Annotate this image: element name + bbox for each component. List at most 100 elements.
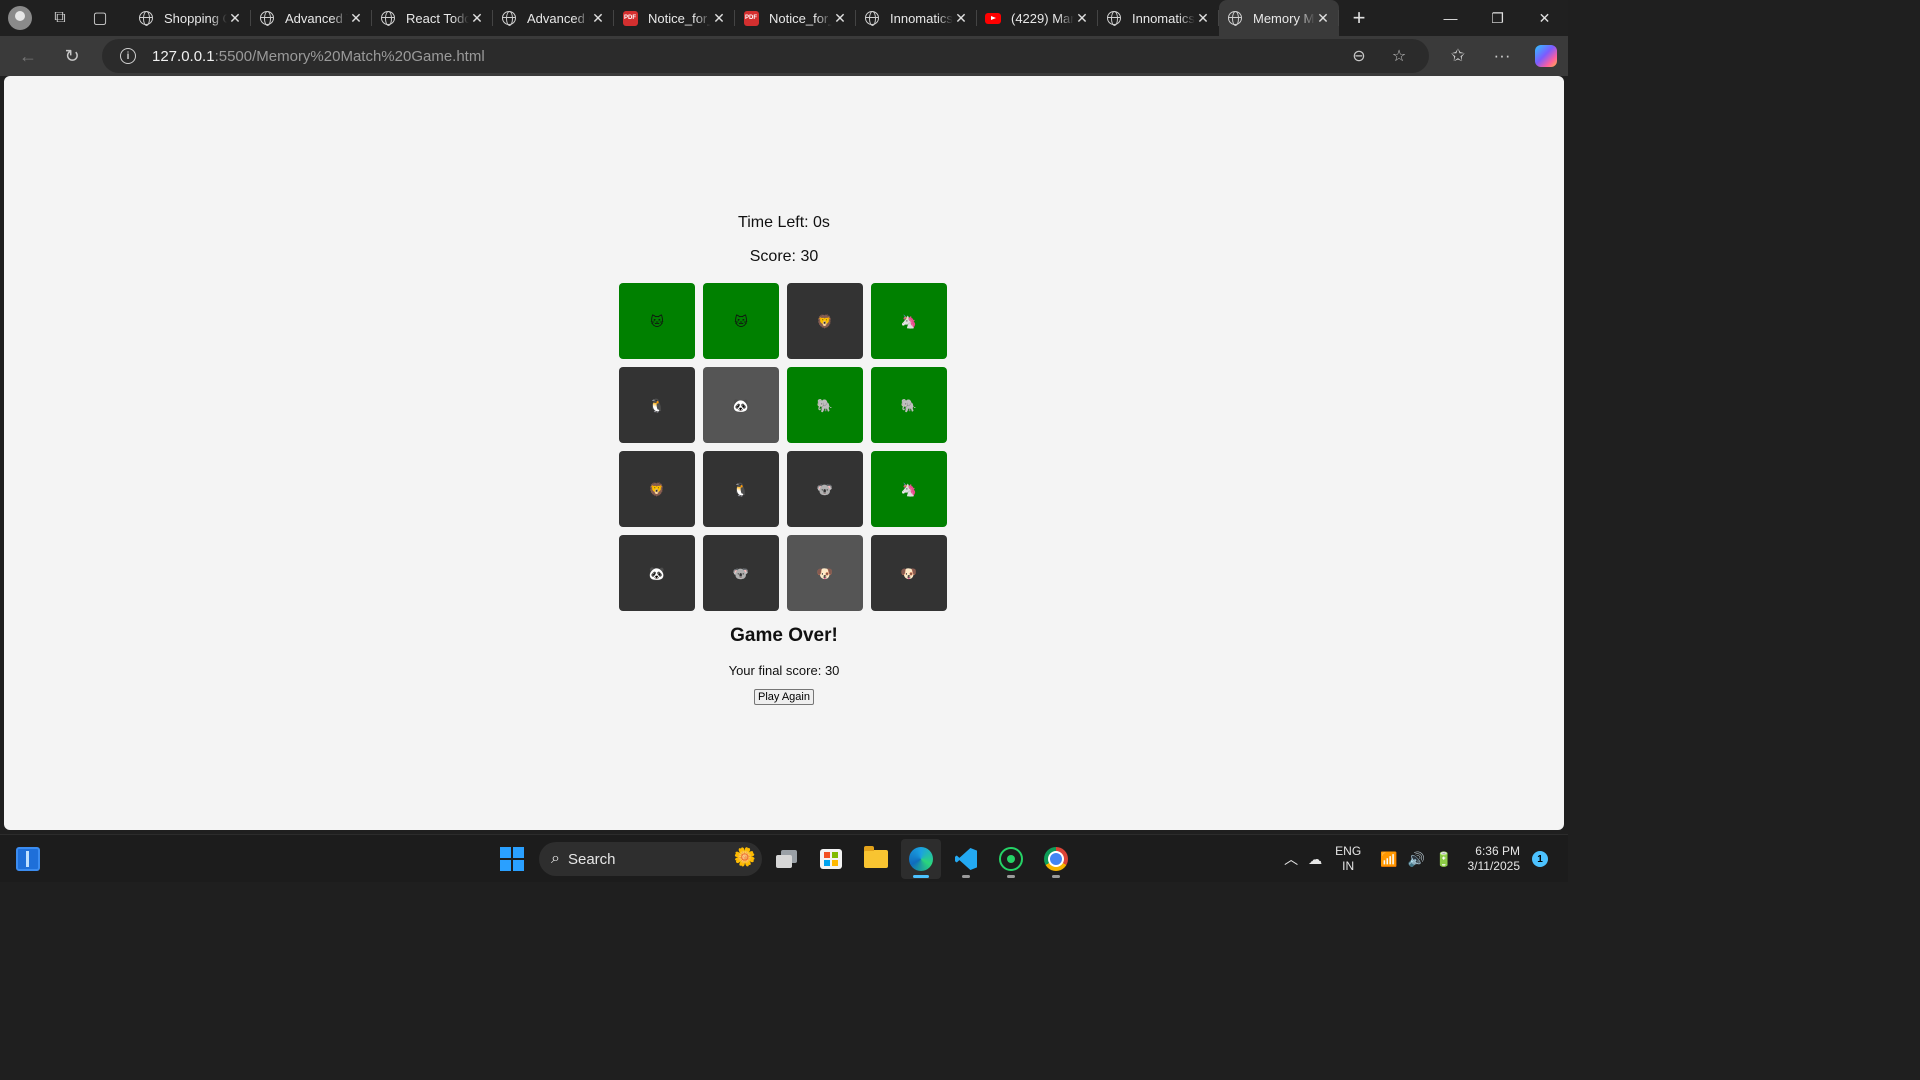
tab-close-icon[interactable]: ✕ — [1195, 10, 1211, 27]
memory-card-face-down[interactable]: 🐧 — [619, 367, 695, 443]
wifi-icon[interactable]: 📶 — [1380, 851, 1397, 868]
restore-button[interactable]: ❐ — [1474, 0, 1521, 36]
edge-icon — [909, 847, 933, 871]
battery-icon[interactable]: 🔋 — [1435, 851, 1452, 868]
browser-tab[interactable]: Advanced Calc✕ — [493, 0, 614, 36]
tab-close-icon[interactable]: ✕ — [1315, 10, 1331, 27]
tab-close-icon[interactable]: ✕ — [469, 10, 485, 27]
whatsapp-icon — [999, 847, 1023, 871]
tab-close-icon[interactable]: ✕ — [348, 10, 364, 27]
vscode-icon — [955, 848, 977, 870]
taskbar-search[interactable]: ⌕ Search 🌼 — [539, 842, 762, 876]
card-emoji: 🦁 — [648, 481, 666, 497]
memory-card-face-down[interactable]: 🦁 — [787, 283, 863, 359]
tab-close-icon[interactable]: ✕ — [832, 10, 848, 27]
memory-card-matched[interactable]: 🐘 — [871, 367, 947, 443]
tab-close-icon[interactable]: ✕ — [590, 10, 606, 27]
search-icon: ⌕ — [551, 850, 560, 867]
profile-button[interactable] — [0, 0, 40, 36]
tab-label: Notice_for_students — [648, 10, 711, 26]
refresh-button[interactable]: ↻ — [50, 38, 94, 74]
browser-tab[interactable]: Advanced To-Do✕ — [251, 0, 372, 36]
zoom-icon[interactable]: ⊖ — [1339, 46, 1379, 66]
memory-card-face-down[interactable]: 🐨 — [703, 535, 779, 611]
microsoft-store-button[interactable] — [811, 839, 851, 879]
tab-label: (4229) Mar — [1011, 10, 1074, 26]
globe-icon — [259, 10, 275, 26]
pdf-badge: PDF — [743, 10, 759, 26]
start-button[interactable] — [492, 839, 532, 879]
url-path: :5500/Memory%20Match%20Game.html — [214, 47, 485, 65]
window-controls: — ❐ ✕ — [1427, 0, 1568, 36]
close-window-button[interactable]: ✕ — [1521, 0, 1568, 36]
time-left-label: Time Left: 0s — [738, 214, 830, 231]
memory-card-matched[interactable]: 🐱 — [619, 283, 695, 359]
favorites-icon[interactable]: ✩ — [1436, 46, 1480, 66]
whatsapp-button[interactable] — [991, 839, 1031, 879]
browser-tab[interactable]: PDF Notice_for_students✕ — [614, 0, 735, 36]
profile-avatar-icon — [8, 6, 32, 30]
card-emoji: 🐘 — [816, 397, 834, 413]
card-emoji: 🦄 — [900, 313, 918, 329]
memory-card-face-down[interactable]: 🐧 — [703, 451, 779, 527]
memory-game: Time Left: 0s Score: 30 🐱 🐱 🦁 🦄 🐧 🐼 🐘 🐘 🦁 🐧 🐨 🦄 🐼 🐨 🐶 🐶… — [4, 76, 1564, 830]
tab-label: Innomatics Research — [1132, 10, 1195, 26]
url-host: 127.0.0.1 — [152, 47, 215, 65]
tab-close-icon[interactable]: ✕ — [711, 10, 727, 27]
score-label: Score: 30 — [749, 248, 819, 265]
show-hidden-icons-chevron-icon[interactable]: ︿ — [1284, 849, 1298, 869]
favorite-star-icon[interactable]: ☆ — [1379, 46, 1419, 66]
task-view-button[interactable] — [767, 839, 807, 879]
folder-icon — [864, 846, 888, 868]
edge-button[interactable] — [901, 839, 941, 879]
memory-card-flipped[interactable]: 🐼 — [703, 367, 779, 443]
memory-card-face-down[interactable]: 🐼 — [619, 535, 695, 611]
store-icon — [820, 849, 842, 869]
pdf-icon: PDF — [743, 10, 759, 26]
card-emoji: 🐨 — [732, 565, 750, 581]
tab-close-icon[interactable]: ✕ — [227, 10, 243, 27]
memory-card-face-down[interactable]: 🦁 — [619, 451, 695, 527]
tab-close-icon[interactable]: ✕ — [1074, 10, 1090, 27]
play-again-button[interactable]: Play Again — [754, 689, 814, 705]
workspaces-icon[interactable]: ⧉ — [40, 0, 80, 36]
copilot-icon[interactable] — [1535, 45, 1557, 67]
more-menu-icon[interactable]: ··· — [1480, 46, 1524, 66]
card-emoji: 🦄 — [900, 481, 918, 497]
back-button[interactable]: ← — [6, 38, 50, 74]
memory-card-matched[interactable]: 🐘 — [787, 367, 863, 443]
memory-card-face-down[interactable]: 🐶 — [871, 535, 947, 611]
memory-card-flipped[interactable]: 🐶 — [787, 535, 863, 611]
file-explorer-button[interactable] — [856, 839, 896, 879]
onedrive-cloud-icon[interactable]: ☁ — [1308, 851, 1322, 868]
windows-taskbar: ⌕ Search 🌼 ︿ ☁ ENG IN 📶 🔊 🔋 6:36 PM 3/11… — [0, 834, 1568, 882]
memory-card-matched[interactable]: 🐱 — [703, 283, 779, 359]
widgets-icon[interactable] — [16, 847, 40, 871]
input-language-indicator[interactable]: ENG IN — [1335, 844, 1361, 874]
browser-tab[interactable]: Innomatics Research✕ — [856, 0, 977, 36]
browser-tab[interactable]: PDF Notice_for_students✕ — [735, 0, 856, 36]
browser-tab[interactable]: React Todo App✕ — [372, 0, 493, 36]
pdf-badge: PDF — [622, 10, 638, 26]
memory-card-matched[interactable]: 🦄 — [871, 283, 947, 359]
browser-tab[interactable]: Shopping Cart✕ — [130, 0, 251, 36]
tab-strip: Shopping Cart✕Advanced To-Do✕React Todo … — [130, 0, 1339, 36]
game-over-heading: Game Over! — [730, 625, 838, 646]
chrome-button[interactable] — [1036, 839, 1076, 879]
browser-tab[interactable]: (4229) Mar ✕ — [977, 0, 1098, 36]
memory-card-matched[interactable]: 🦄 — [871, 451, 947, 527]
clock[interactable]: 6:36 PM 3/11/2025 — [1468, 844, 1521, 874]
tab-close-icon[interactable]: ✕ — [953, 10, 969, 27]
volume-icon[interactable]: 🔊 — [1408, 851, 1425, 868]
memory-card-face-down[interactable]: 🐨 — [787, 451, 863, 527]
browser-tab[interactable]: Memory Match✕ — [1219, 0, 1339, 36]
address-bar[interactable]: i 127.0.0.1:5500/Memory%20Match%20Game.h… — [102, 39, 1429, 73]
browser-tab[interactable]: Innomatics Research✕ — [1098, 0, 1219, 36]
vertical-tabs-icon[interactable]: ▢ — [80, 0, 120, 36]
minimize-button[interactable]: — — [1427, 0, 1474, 36]
notification-badge[interactable]: 1 — [1532, 851, 1548, 867]
card-emoji: 🐼 — [648, 565, 666, 581]
new-tab-button[interactable]: + — [1339, 0, 1379, 36]
vscode-button[interactable] — [946, 839, 986, 879]
site-info-icon[interactable]: i — [120, 48, 136, 64]
